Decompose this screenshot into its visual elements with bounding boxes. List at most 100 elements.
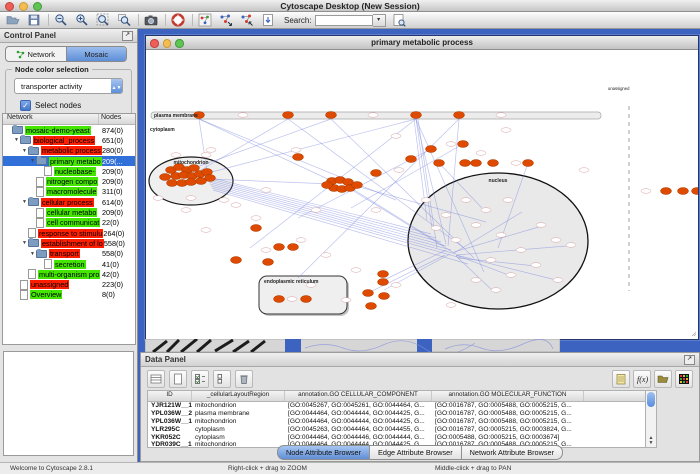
node-label-pill[interactable] <box>579 168 589 173</box>
node[interactable] <box>523 160 534 167</box>
node-label-pill[interactable] <box>481 208 491 213</box>
node-label-pill[interactable] <box>186 196 196 201</box>
node[interactable] <box>288 244 299 251</box>
search-go-icon[interactable] <box>392 13 406 27</box>
tree-row-overview[interactable]: Overview8(0) <box>3 290 135 300</box>
matrix-icon[interactable] <box>675 370 693 388</box>
column-header--cellularlayoutregion[interactable]: _cellularLayoutRegion <box>192 391 285 401</box>
node-label-pill[interactable] <box>231 203 241 208</box>
node[interactable] <box>434 160 445 167</box>
snapshot-icon[interactable] <box>144 13 158 27</box>
open-icon[interactable] <box>6 13 20 27</box>
unselect-attributes-icon[interactable] <box>213 370 231 388</box>
node[interactable] <box>167 180 178 187</box>
tab-mosaic[interactable]: Mosaic <box>66 47 127 61</box>
edge[interactable] <box>207 178 436 238</box>
node-label-pill[interactable] <box>368 113 378 118</box>
tree-row-primary-metabo[interactable]: ▼primary metabo209(... <box>3 156 135 166</box>
import-network-icon[interactable] <box>261 13 275 27</box>
tree-row-cellular-process[interactable]: ▼cellular process614(0) <box>3 197 135 207</box>
table-row-YLR295C[interactable]: YLR295Ccytoplasm[GO:0045263, GO:0044464,… <box>148 425 646 433</box>
node[interactable] <box>379 293 390 300</box>
notepad-icon[interactable] <box>612 370 630 388</box>
table-icon[interactable] <box>147 370 165 388</box>
column-header-annotation-go-molecular-function[interactable]: annotation.GO MOLECULAR_FUNCTION <box>432 391 584 401</box>
expand-icon[interactable]: ▼ <box>29 251 36 257</box>
node-label-pill[interactable] <box>287 297 297 302</box>
float-panel-icon[interactable]: ↗ <box>122 31 133 41</box>
node-label-pill[interactable] <box>153 196 163 201</box>
tab-node-attribute-browser[interactable]: Node Attribute Browser <box>277 445 370 460</box>
select-nodes-checkbox[interactable]: ✓ <box>20 100 31 111</box>
help-icon[interactable] <box>171 13 185 27</box>
node-label-pill[interactable] <box>506 273 516 278</box>
node-label-pill[interactable] <box>371 208 381 213</box>
node-label-pill[interactable] <box>516 248 526 253</box>
node[interactable] <box>692 188 699 195</box>
table-row-YJR121W__1[interactable]: YJR121W__1mitochondrion[GO:0045267, GO:0… <box>148 402 646 410</box>
node-label-pill[interactable] <box>391 283 401 288</box>
node-label-pill[interactable] <box>251 216 261 221</box>
import-folder-icon[interactable] <box>654 370 672 388</box>
network-graph[interactable]: plasma membranecytoplasmmitochondrionnuc… <box>146 50 698 338</box>
expand-icon[interactable]: ▼ <box>13 137 20 143</box>
column-header-annotation-go-cellular-component[interactable]: annotation.GO CELLULAR_COMPONENT <box>285 391 432 401</box>
node-label-pill[interactable] <box>446 142 456 147</box>
node[interactable] <box>678 188 689 195</box>
tree-row-transport[interactable]: ▼transport558(0) <box>3 249 135 259</box>
node[interactable] <box>160 174 171 181</box>
node[interactable] <box>371 170 382 177</box>
node-label-pill[interactable] <box>261 188 271 193</box>
node-label-pill[interactable] <box>431 226 441 231</box>
tab-network-attribute-browser[interactable]: Network Attribute Browser <box>462 445 563 460</box>
edge[interactable] <box>201 119 288 170</box>
node[interactable] <box>411 112 422 119</box>
node-label-pill[interactable] <box>641 189 651 194</box>
node[interactable] <box>454 112 465 119</box>
node-label-pill[interactable] <box>461 198 471 203</box>
node-label-pill[interactable] <box>441 213 451 218</box>
node[interactable] <box>196 178 207 185</box>
column-header-id[interactable]: ID <box>148 391 192 401</box>
function-icon[interactable]: f(x) <box>633 370 651 388</box>
node[interactable] <box>274 244 285 251</box>
node-label-pill[interactable] <box>446 303 456 308</box>
node-label-pill[interactable] <box>536 223 546 228</box>
node-label-pill[interactable] <box>341 298 351 303</box>
node-label-pill[interactable] <box>471 278 481 283</box>
expand-icon[interactable]: ▼ <box>29 158 36 164</box>
node-label-pill[interactable] <box>531 263 541 268</box>
node[interactable] <box>426 146 437 153</box>
node-label-pill[interactable] <box>391 134 401 139</box>
search-dropdown-icon[interactable]: ▾ <box>373 14 386 27</box>
node-label-pill[interactable] <box>491 288 501 293</box>
new-attribute-icon[interactable] <box>169 370 187 388</box>
node-label-pill[interactable] <box>261 248 271 253</box>
node[interactable] <box>406 156 417 163</box>
tree-row-biological-process[interactable]: ▼biological_process651(0) <box>3 135 135 145</box>
node-label-pill[interactable] <box>496 233 506 238</box>
tree-row-cellular-metabo[interactable]: cellular metabo209(0) <box>3 207 135 217</box>
float-panel-icon[interactable]: ↗ <box>684 355 695 365</box>
delete-attribute-icon[interactable] <box>235 370 253 388</box>
node-label-pill[interactable] <box>291 148 301 153</box>
node-color-dropdown[interactable]: transporter activity ▲▼ <box>14 78 123 94</box>
node[interactable] <box>488 160 499 167</box>
node-label-pill[interactable] <box>421 198 431 203</box>
tree-row-cell-communicat[interactable]: cell communicat22(0) <box>3 218 135 228</box>
save-icon[interactable] <box>27 13 41 27</box>
node-label-pill[interactable] <box>553 278 563 283</box>
select-attributes-icon[interactable] <box>191 370 209 388</box>
node-label-pill[interactable] <box>496 113 506 118</box>
tree-row-secretion[interactable]: secretion41(0) <box>3 259 135 269</box>
node-label-pill[interactable] <box>296 238 306 243</box>
edge[interactable] <box>209 182 446 246</box>
node[interactable] <box>263 259 274 266</box>
node-label-pill[interactable] <box>206 148 216 153</box>
table-scrollbar[interactable]: ▲▼ <box>645 390 657 448</box>
node-label-pill[interactable] <box>201 153 211 158</box>
node-label-pill[interactable] <box>181 208 191 213</box>
node-label-pill[interactable] <box>201 228 211 233</box>
node[interactable] <box>293 154 304 161</box>
network-canvas[interactable]: plasma membranecytoplasmmitochondrionnuc… <box>146 50 698 338</box>
